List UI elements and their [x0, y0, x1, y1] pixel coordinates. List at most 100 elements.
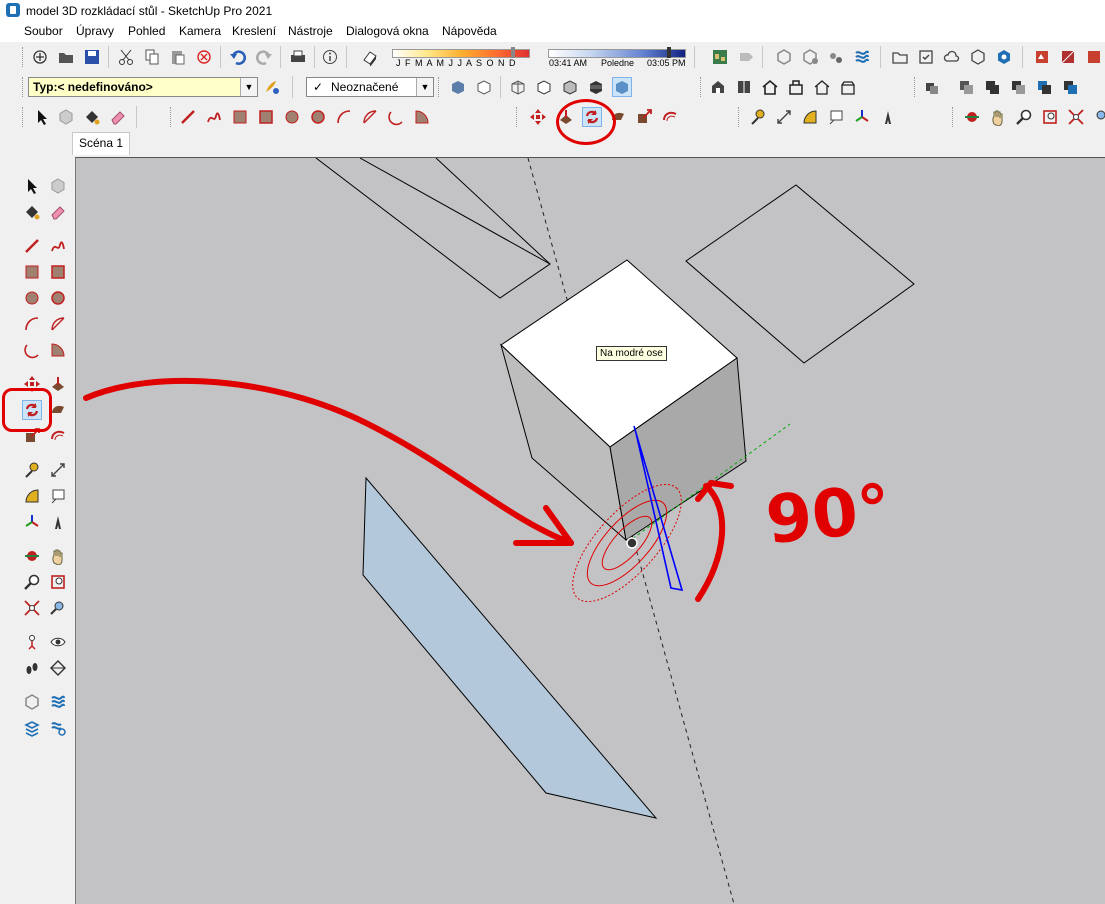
paint-bucket-icon[interactable] [82, 107, 102, 127]
tag-combo[interactable]: ✓ Neoznačené ▼ [306, 77, 434, 97]
freehand-icon[interactable] [204, 107, 224, 127]
pie-icon[interactable] [412, 107, 432, 127]
arc-icon[interactable] [334, 107, 354, 127]
share-model-icon[interactable] [800, 47, 820, 67]
walk-icon[interactable] [22, 658, 42, 678]
new-file-icon[interactable] [30, 47, 50, 67]
rotated-rectangle-icon[interactable] [256, 107, 276, 127]
checklist-icon[interactable] [916, 47, 936, 67]
menu-soubor[interactable]: Soubor [24, 24, 63, 38]
protractor-icon[interactable] [22, 486, 42, 506]
zoom-icon[interactable] [22, 572, 42, 592]
line-icon[interactable] [178, 107, 198, 127]
freehand-icon[interactable] [48, 236, 68, 256]
right-view-icon[interactable] [786, 77, 806, 97]
toolbar-grip[interactable] [738, 107, 742, 127]
toolbar-grip[interactable] [438, 77, 442, 97]
tape-measure-icon[interactable] [748, 107, 768, 127]
extension-warehouse-icon[interactable] [852, 47, 872, 67]
rectangle-icon[interactable] [22, 262, 42, 282]
trimble-connect-icon[interactable] [994, 47, 1014, 67]
scale-icon[interactable] [634, 107, 654, 127]
orbit-icon[interactable] [962, 107, 982, 127]
toolbar-grip[interactable] [170, 107, 174, 127]
make-component-icon[interactable] [48, 176, 68, 196]
rectangle-icon[interactable] [230, 107, 250, 127]
move-icon[interactable] [528, 107, 548, 127]
paint-bucket-icon[interactable] [22, 202, 42, 222]
outer-shell-icon[interactable] [922, 77, 942, 97]
menu-kamera[interactable]: Kamera [179, 24, 221, 38]
look-around-icon[interactable] [48, 632, 68, 652]
intersect-icon[interactable] [956, 77, 976, 97]
iso-view-icon[interactable] [708, 77, 728, 97]
zoom-icon[interactable] [1014, 107, 1034, 127]
back-view-icon[interactable] [812, 77, 832, 97]
time-slider[interactable] [548, 49, 686, 58]
toolbar-grip[interactable] [700, 77, 704, 97]
tape-measure-icon[interactable] [22, 460, 42, 480]
extension-warehouse-icon[interactable] [48, 692, 68, 712]
color-by-tag-icon[interactable] [262, 77, 282, 97]
component-export-icon[interactable] [968, 47, 988, 67]
share-component-icon[interactable] [826, 47, 846, 67]
three-point-arc-icon[interactable] [22, 340, 42, 360]
eraser-icon[interactable] [48, 202, 68, 222]
redo-icon[interactable] [254, 47, 274, 67]
zoom-extents-icon[interactable] [1066, 107, 1086, 127]
layout-icon[interactable] [1084, 47, 1104, 67]
circle-icon[interactable] [22, 288, 42, 308]
line-icon[interactable] [22, 236, 42, 256]
shadows-toggle-icon[interactable] [360, 47, 380, 67]
stylebuilder-icon[interactable] [1058, 47, 1078, 67]
offset-icon[interactable] [660, 107, 680, 127]
xray-icon[interactable] [448, 77, 468, 97]
select-arrow-icon[interactable] [22, 176, 42, 196]
text-icon[interactable] [826, 107, 846, 127]
print-icon[interactable] [288, 47, 308, 67]
circle-icon[interactable] [282, 107, 302, 127]
push-pull-icon[interactable] [48, 374, 68, 394]
polygon-icon[interactable] [48, 288, 68, 308]
three-point-arc-icon[interactable] [386, 107, 406, 127]
toolbar-grip[interactable] [952, 107, 956, 127]
model-info-icon[interactable] [320, 47, 340, 67]
undo-icon[interactable] [228, 47, 248, 67]
toolbar-grip[interactable] [516, 107, 520, 127]
3d-warehouse-icon[interactable] [774, 47, 794, 67]
zoom-window-icon[interactable] [1040, 107, 1060, 127]
shaded-textures-icon[interactable] [586, 77, 606, 97]
cloud-upload-icon[interactable] [942, 47, 962, 67]
menu-pohled[interactable]: Pohled [128, 24, 165, 38]
union-icon[interactable] [982, 77, 1002, 97]
two-point-arc-icon[interactable] [48, 314, 68, 334]
chevron-down-icon[interactable]: ▼ [416, 78, 433, 96]
dimension-icon[interactable] [48, 460, 68, 480]
select-arrow-icon[interactable] [32, 107, 52, 127]
menu-napoveda[interactable]: Nápověda [442, 24, 497, 38]
trim-icon[interactable] [1034, 77, 1054, 97]
3d-warehouse-icon[interactable] [22, 692, 42, 712]
menu-kresleni[interactable]: Kreslení [232, 24, 276, 38]
chevron-down-icon[interactable]: ▼ [240, 78, 257, 96]
toolbar-grip[interactable] [914, 77, 918, 97]
type-combo[interactable]: Typ:< nedefinováno> ▼ [28, 77, 258, 97]
menu-dialogova-okna[interactable]: Dialogová okna [346, 24, 429, 38]
month-slider-thumb[interactable] [511, 47, 515, 58]
modeling-viewport[interactable]: Na modré ose 90° [75, 157, 1105, 904]
photo-textures-icon[interactable] [736, 47, 756, 67]
section-plane-icon[interactable] [48, 658, 68, 678]
time-slider-thumb[interactable] [667, 47, 671, 58]
split-icon[interactable] [1060, 77, 1080, 97]
toolbar-grip[interactable] [22, 77, 26, 97]
protractor-icon[interactable] [800, 107, 820, 127]
month-slider[interactable] [392, 49, 530, 58]
geo-location-icon[interactable] [710, 47, 730, 67]
position-camera-icon[interactable] [22, 632, 42, 652]
extension-settings-icon[interactable] [48, 718, 68, 738]
make-component-icon[interactable] [56, 107, 76, 127]
erase-icon[interactable] [194, 47, 214, 67]
dimension-icon[interactable] [774, 107, 794, 127]
copy-icon[interactable] [142, 47, 162, 67]
3d-text-icon[interactable] [878, 107, 898, 127]
